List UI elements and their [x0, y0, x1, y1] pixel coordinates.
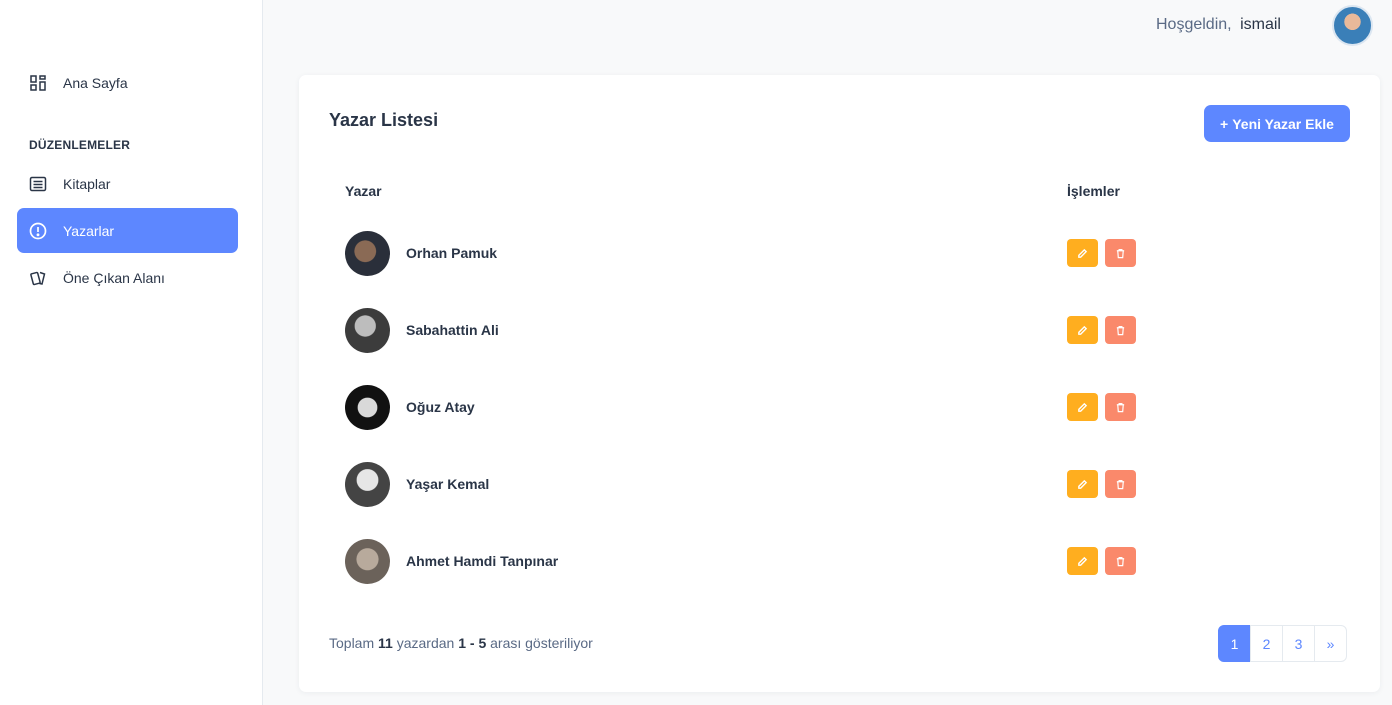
edit-icon [1078, 325, 1088, 335]
pagination-summary: Toplam 11 yazardan 1 - 5 arası gösterili… [329, 635, 593, 651]
trash-icon [1116, 479, 1125, 489]
page-next-button[interactable]: » [1314, 625, 1347, 662]
trash-icon [1116, 402, 1125, 412]
trash-icon [1116, 248, 1125, 258]
sidebar-item-yazarlar[interactable]: Yazarlar [17, 208, 238, 253]
page-title: Yazar Listesi [329, 110, 439, 130]
welcome-text: Hoşgeldin, ismail [1156, 16, 1281, 34]
delete-button[interactable] [1105, 470, 1136, 498]
delete-button[interactable] [1105, 547, 1136, 575]
sidebar-item-ana-sayfa[interactable]: Ana Sayfa [17, 60, 238, 105]
author-name: Yaşar Kemal [406, 476, 490, 492]
author-photo [345, 539, 390, 584]
table-row: Oğuz Atay [345, 385, 1345, 431]
column-header-author: Yazar [345, 183, 382, 199]
author-photo [345, 462, 390, 507]
dashboard-icon [29, 74, 47, 92]
edit-button[interactable] [1067, 239, 1098, 267]
sidebar-item-kitaplar[interactable]: Kitaplar [17, 161, 238, 206]
summary-suffix: arası gösteriliyor [490, 635, 593, 651]
username: ismail [1240, 16, 1281, 33]
edit-button[interactable] [1067, 393, 1098, 421]
edit-button[interactable] [1067, 470, 1098, 498]
column-header-actions: İşlemler [1067, 183, 1120, 199]
author-name: Orhan Pamuk [406, 245, 498, 261]
summary-total: 11 [378, 635, 393, 651]
sidebar-item-label: Kitaplar [63, 175, 111, 192]
author-photo [345, 385, 390, 430]
edit-icon [1078, 556, 1088, 566]
add-author-button[interactable]: + Yeni Yazar Ekle [1204, 105, 1350, 142]
edit-button[interactable] [1067, 316, 1098, 344]
page-button-2[interactable]: 2 [1250, 625, 1283, 662]
welcome-label: Hoşgeldin, [1156, 16, 1232, 33]
trash-icon [1116, 556, 1125, 566]
avatar[interactable] [1332, 5, 1373, 46]
summary-range: 1 - 5 [458, 635, 487, 651]
page-button-1[interactable]: 1 [1218, 625, 1251, 662]
table-row: Ahmet Hamdi Tanpınar [345, 539, 1345, 585]
edit-icon [1078, 479, 1088, 489]
sidebar-item-label: Ana Sayfa [63, 74, 128, 91]
plus-icon: + [1220, 115, 1229, 132]
sidebar-item-one-cikan[interactable]: Öne Çıkan Alanı [17, 255, 238, 300]
author-name: Oğuz Atay [406, 399, 475, 415]
delete-button[interactable] [1105, 393, 1136, 421]
trash-icon [1116, 325, 1125, 335]
alert-circle-icon [29, 222, 47, 240]
delete-button[interactable] [1105, 239, 1136, 267]
author-list-card: Yazar Listesi + Yeni Yazar Ekle Yazar İş… [299, 75, 1380, 692]
author-name: Ahmet Hamdi Tanpınar [406, 553, 559, 569]
cards-icon [29, 269, 47, 287]
summary-prefix: Toplam [329, 635, 375, 651]
page-button-3[interactable]: 3 [1282, 625, 1315, 662]
edit-icon [1078, 248, 1088, 258]
edit-button[interactable] [1067, 547, 1098, 575]
author-photo [345, 231, 390, 276]
edit-icon [1078, 402, 1088, 412]
add-author-label: Yeni Yazar Ekle [1232, 115, 1334, 132]
sidebar-item-label: Yazarlar [63, 222, 115, 239]
summary-middle: yazardan [396, 635, 455, 651]
table-row: Yaşar Kemal [345, 462, 1345, 508]
sidebar-item-label: Öne Çıkan Alanı [63, 269, 165, 286]
author-photo [345, 308, 390, 353]
author-name: Sabahattin Ali [406, 322, 499, 338]
sidebar: Ana Sayfa DÜZENLEMELER Kitaplar Yazarlar… [0, 0, 263, 705]
table-row: Orhan Pamuk [345, 231, 1345, 277]
list-icon [29, 175, 47, 193]
sidebar-section-title: DÜZENLEMELER [29, 138, 131, 152]
delete-button[interactable] [1105, 316, 1136, 344]
table-row: Sabahattin Ali [345, 308, 1345, 354]
pagination: 1 2 3 » [1218, 625, 1347, 662]
